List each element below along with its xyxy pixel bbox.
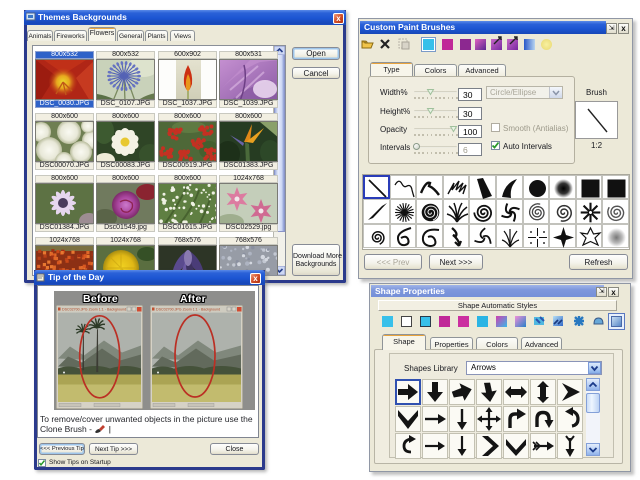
svg-text:DSC02700.JPG Zoom 1:1 - Bac: DSC02700.JPG Zoom 1:1 - Background — [156, 308, 220, 312]
svg-text:DSC02700.JPG Zoom 1:1 - Bac: DSC02700.JPG Zoom 1:1 - Background — [62, 308, 126, 312]
